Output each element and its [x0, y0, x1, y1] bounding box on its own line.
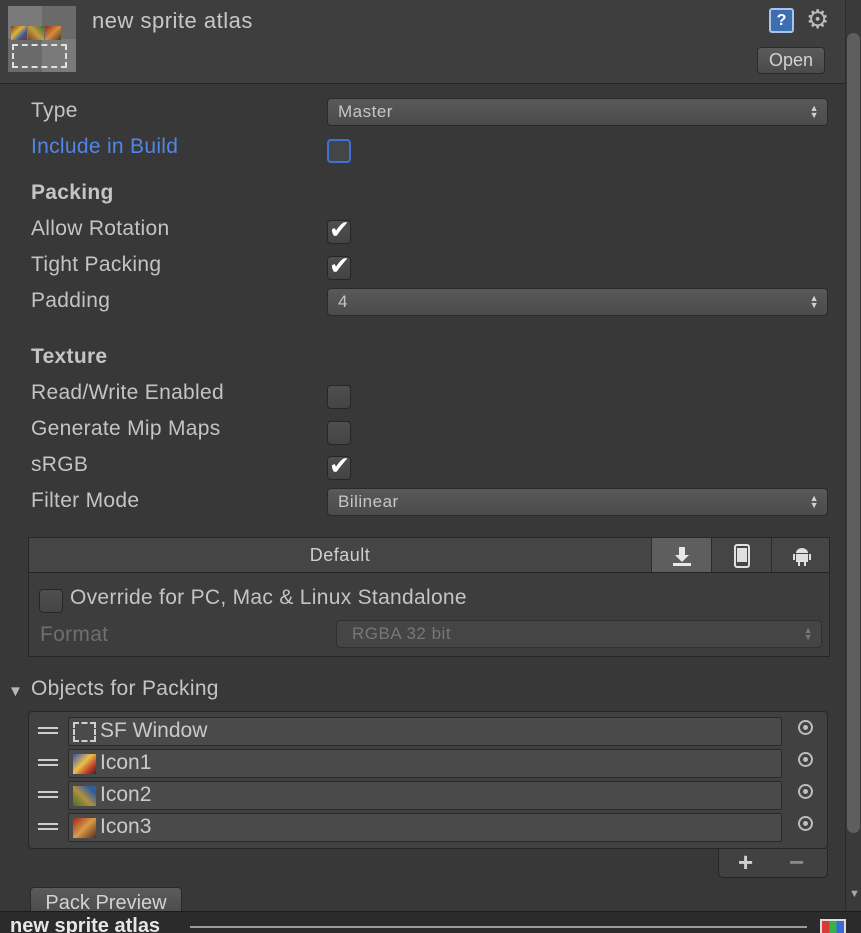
type-value: Master [338, 102, 393, 121]
scrollbar-thumb[interactable] [847, 33, 860, 833]
preview-title: new sprite atlas [10, 915, 161, 933]
drag-handle-icon[interactable] [38, 791, 58, 798]
object-field[interactable]: Icon2 [68, 781, 782, 810]
allow-rotation-label: Allow Rotation [31, 217, 170, 240]
object-name: Icon1 [100, 751, 152, 774]
gear-icon[interactable]: ⚙ [806, 4, 829, 34]
override-checkbox[interactable] [39, 589, 63, 613]
remove-item-button[interactable]: − [789, 847, 804, 878]
objects-heading[interactable]: Objects for Packing [31, 677, 219, 701]
tab-default[interactable]: Default [29, 538, 651, 572]
scroll-down-arrow-icon[interactable]: ▼ [849, 888, 860, 900]
object-field[interactable]: Icon1 [68, 749, 782, 778]
list-item: SF Window [29, 714, 827, 746]
sprite-icon [73, 786, 96, 806]
object-name: Icon3 [100, 815, 152, 838]
object-picker-icon[interactable] [798, 752, 813, 767]
tight-packing-label: Tight Packing [31, 253, 162, 276]
list-item: Icon2 [29, 778, 827, 810]
padding-value: 4 [338, 292, 348, 311]
object-picker-icon[interactable] [798, 784, 813, 799]
read-write-label: Read/Write Enabled [31, 381, 224, 404]
include-in-build-checkbox[interactable] [327, 139, 351, 163]
generate-mipmaps-checkbox[interactable] [327, 421, 351, 445]
padding-dropdown[interactable]: 4 ▲ ▼ [327, 288, 828, 316]
srgb-checkbox[interactable]: ✔ [327, 452, 351, 480]
rgb-channel-icon[interactable] [820, 919, 846, 933]
padding-label: Padding [31, 289, 111, 312]
type-dropdown[interactable]: Master ▲ ▼ [327, 98, 828, 126]
help-book-icon[interactable]: ? [769, 8, 794, 33]
android-icon[interactable] [771, 538, 831, 572]
dropdown-arrows-icon: ▲ ▼ [809, 103, 819, 120]
dropdown-arrows-icon: ▲ ▼ [809, 493, 819, 510]
tight-packing-checkbox[interactable]: ✔ [327, 252, 351, 280]
sprite-icon [73, 754, 96, 774]
checkmark-icon: ✔ [329, 252, 350, 280]
generate-mipmaps-label: Generate Mip Maps [31, 417, 221, 440]
checkmark-icon: ✔ [329, 452, 350, 480]
foldout-arrow-icon[interactable]: ▼ [8, 683, 23, 700]
read-write-checkbox[interactable] [327, 385, 351, 409]
dropdown-arrows-icon: ▲ ▼ [803, 625, 813, 642]
format-value: RGBA 32 bit [352, 624, 452, 643]
object-picker-icon[interactable] [798, 816, 813, 831]
drag-handle-icon[interactable] [38, 823, 58, 830]
open-button[interactable]: Open [757, 47, 825, 74]
object-name: SF Window [100, 719, 208, 742]
inspector-header: new sprite atlas ? ⚙ Open [0, 0, 845, 84]
checkmark-icon: ✔ [329, 216, 350, 244]
object-picker-icon[interactable] [798, 720, 813, 735]
dropdown-arrows-icon: ▲ ▼ [809, 293, 819, 310]
download-icon[interactable] [651, 538, 711, 572]
platform-tabs: Default [28, 537, 830, 573]
add-item-button[interactable]: + [738, 847, 753, 878]
type-label: Type [31, 99, 78, 122]
include-in-build-label: Include in Build [31, 135, 179, 158]
object-name: Icon2 [100, 783, 152, 806]
sprite-icon [73, 818, 96, 838]
allow-rotation-checkbox[interactable]: ✔ [327, 216, 351, 244]
list-item: Icon3 [29, 810, 827, 842]
drag-handle-icon[interactable] [38, 727, 58, 734]
sprite-icon [73, 722, 96, 742]
asset-title: new sprite atlas [92, 8, 253, 33]
object-field[interactable]: SF Window [68, 717, 782, 746]
filter-mode-value: Bilinear [338, 492, 399, 511]
filter-mode-dropdown[interactable]: Bilinear ▲ ▼ [327, 488, 828, 516]
mobile-icon[interactable] [711, 538, 771, 572]
srgb-label: sRGB [31, 453, 89, 476]
drag-handle-icon[interactable] [38, 759, 58, 766]
filter-mode-label: Filter Mode [31, 489, 140, 512]
atlas-thumbnail [8, 6, 76, 72]
override-label: Override for PC, Mac & Linux Standalone [70, 586, 467, 609]
format-label: Format [40, 623, 109, 646]
list-footer: + − [718, 847, 828, 878]
format-dropdown: RGBA 32 bit ▲ ▼ [336, 620, 822, 648]
packing-heading: Packing [31, 181, 114, 204]
texture-heading: Texture [31, 345, 108, 368]
preview-bar: new sprite atlas [0, 911, 861, 933]
platform-settings-panel: Override for PC, Mac & Linux Standalone … [28, 573, 830, 657]
objects-list: SF Window Icon1 Icon2 Icon3 [28, 711, 828, 849]
list-item: Icon1 [29, 746, 827, 778]
vertical-scrollbar[interactable]: ▼ [845, 0, 861, 910]
object-field[interactable]: Icon3 [68, 813, 782, 842]
preview-slider[interactable] [190, 926, 807, 930]
